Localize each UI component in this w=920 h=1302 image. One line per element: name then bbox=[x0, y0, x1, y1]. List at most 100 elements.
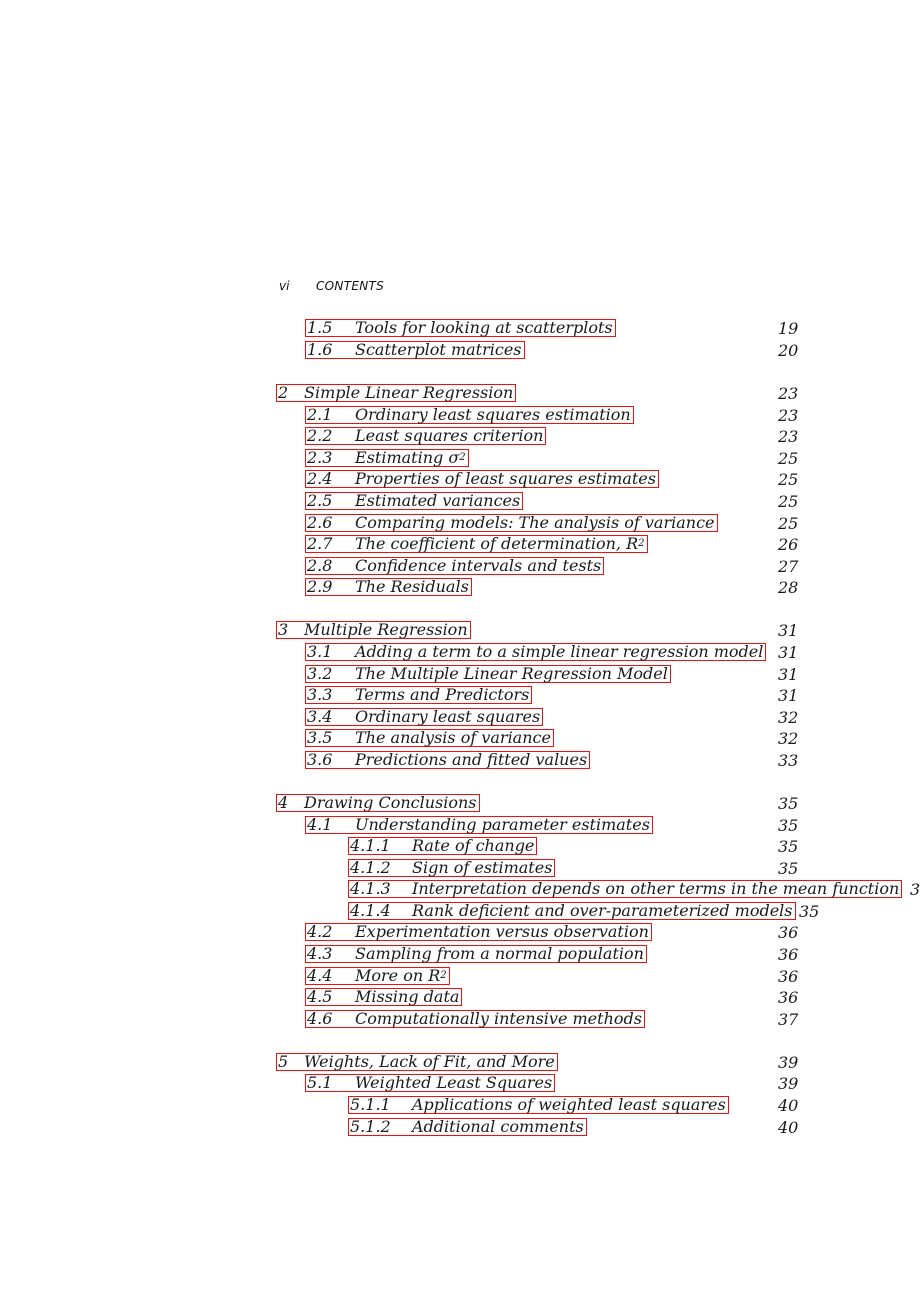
section-title: The Residuals bbox=[355, 577, 469, 596]
section-title: Sign of estimates bbox=[412, 858, 553, 877]
section-number: 2.3 bbox=[307, 448, 333, 467]
section-title: Adding a term to a simple linear regress… bbox=[355, 642, 764, 661]
section-title: Comparing models: The analysis of varian… bbox=[355, 513, 715, 532]
section-title: Least squares criterion bbox=[355, 426, 544, 445]
toc-link[interactable]: 3.3 Terms and Predictors bbox=[305, 685, 533, 704]
section-number: 2.6 bbox=[307, 513, 333, 532]
page-number: 35 bbox=[778, 837, 799, 856]
section-title: Terms and Predictors bbox=[355, 685, 530, 704]
section-number: 4.1 bbox=[307, 815, 333, 834]
page-number: 20 bbox=[778, 341, 799, 360]
toc-link[interactable]: 2.5 Estimated variances bbox=[305, 491, 524, 510]
toc-link[interactable]: 1.5 Tools for looking at scatterplots bbox=[305, 319, 616, 337]
toc-link[interactable]: 5 Weights, Lack of Fit, and More bbox=[276, 1053, 558, 1071]
page-number: 31 bbox=[778, 686, 799, 705]
section-number: 2.2 bbox=[307, 426, 333, 445]
toc-link[interactable]: 4.1 Understanding parameter estimates bbox=[305, 816, 653, 834]
section-number: 4.1.2 bbox=[350, 858, 391, 877]
section-title: Computationally intensive methods bbox=[355, 1009, 642, 1028]
toc-link[interactable]: 4.4 More on R2 bbox=[305, 967, 450, 985]
toc-link[interactable]: 4.1.3 Interpretation depends on other ter… bbox=[348, 879, 903, 898]
toc-entry: 4.1.3 Interpretation depends on other ter… bbox=[0, 879, 920, 899]
toc-link[interactable]: 2.4 Properties of least squares estimates bbox=[305, 470, 659, 488]
toc-link[interactable]: 4.5 Missing data bbox=[305, 987, 463, 1006]
toc-entry: 3.6 Predictions and fitted values 33 bbox=[0, 751, 920, 770]
toc-link[interactable]: 4.6 Computationally intensive methods bbox=[305, 1010, 645, 1028]
toc-link[interactable]: 1.6 Scatterplot matrices bbox=[305, 341, 525, 359]
toc-link[interactable]: 2.3 Estimating σ2 bbox=[305, 449, 469, 467]
toc-link[interactable]: 3.4 Ordinary least squares bbox=[305, 707, 544, 726]
page-number: 32 bbox=[778, 729, 799, 748]
toc-entry: 2.2 Least squares criterion 23 bbox=[0, 426, 920, 446]
toc-link[interactable]: 4 Drawing Conclusions bbox=[276, 794, 480, 812]
section-title: Weights, Lack of Fit, and More bbox=[304, 1052, 555, 1071]
toc-link[interactable]: 2.6 Comparing models: The analysis of var… bbox=[305, 514, 718, 532]
toc-link[interactable]: 4.2 Experimentation versus observation bbox=[305, 923, 652, 941]
toc-link[interactable]: 3 Multiple Regression bbox=[276, 621, 471, 639]
page-number: 23 bbox=[778, 406, 799, 425]
section-number: 2.7 bbox=[307, 534, 333, 553]
toc-link[interactable]: 2.7 The coefficient of determination, R2 bbox=[305, 535, 648, 553]
toc-link[interactable]: 5.1 Weighted Least Squares bbox=[305, 1073, 556, 1092]
section-number: 3.1 bbox=[307, 642, 333, 661]
page-number: 36 bbox=[778, 967, 799, 986]
section-number: 3.4 bbox=[307, 707, 333, 726]
section-number: 2.8 bbox=[307, 556, 333, 575]
section-title: Weighted Least Squares bbox=[355, 1073, 553, 1092]
toc-link[interactable]: 4.1.4 Rank deficient and over-parameteriz… bbox=[348, 902, 796, 920]
section-number: 3.5 bbox=[307, 728, 333, 747]
section-number: 2 bbox=[278, 383, 289, 402]
toc-link[interactable]: 3.1 Adding a term to a simple linear regr… bbox=[305, 642, 767, 661]
toc-link[interactable]: 5.1.1 Applications of weighted least squa… bbox=[348, 1096, 729, 1114]
toc-entry: 4.4 More on R 2 36 bbox=[0, 967, 920, 986]
toc-entry: 4.1.1 Rate of change 35 bbox=[0, 837, 920, 856]
page-number: 25 bbox=[778, 492, 799, 511]
toc-link[interactable]: 3.2 The Multiple Linear Regression Model bbox=[305, 665, 671, 683]
page-number: 23 bbox=[778, 427, 799, 446]
toc-entry: 2.6 Comparing models: The analysis of var… bbox=[0, 514, 920, 533]
section-title: Drawing Conclusions bbox=[304, 793, 477, 812]
section-title: Interpretation depends on other terms in… bbox=[412, 879, 900, 898]
toc-link[interactable]: 2.1 Ordinary least squares estimation bbox=[305, 406, 634, 424]
toc-link[interactable]: 5.1.2 Additional comments bbox=[348, 1118, 587, 1136]
section-title: Tools for looking at scatterplots bbox=[355, 318, 613, 337]
page-number: 33 bbox=[778, 751, 799, 770]
toc-entry: 3.3 Terms and Predictors 31 bbox=[0, 685, 920, 705]
section-title: Applications of weighted least squares bbox=[412, 1095, 726, 1114]
section-title: Experimentation versus observation bbox=[355, 922, 649, 941]
section-title: Missing data bbox=[355, 987, 460, 1006]
section-title: Sampling from a normal population bbox=[355, 944, 644, 963]
section-number: 2.5 bbox=[307, 491, 333, 510]
section-number: 5.1 bbox=[307, 1073, 333, 1092]
toc-link[interactable]: 3.5 The analysis of variance bbox=[305, 729, 554, 747]
toc-link[interactable]: 2.9 The Residuals bbox=[305, 578, 472, 596]
page-number: 25 bbox=[778, 449, 799, 468]
section-title: The analysis of variance bbox=[355, 728, 551, 747]
page-number: 35 bbox=[799, 902, 820, 921]
toc-link[interactable]: 3.6 Predictions and fitted values bbox=[305, 751, 591, 769]
page-number: 23 bbox=[778, 384, 799, 403]
toc-link[interactable]: 4.1.1 Rate of change bbox=[348, 837, 538, 855]
toc-link[interactable]: 2 Simple Linear Regression bbox=[276, 383, 517, 402]
toc-link[interactable]: 2.8 Confidence intervals and tests bbox=[305, 556, 605, 575]
page-number: 28 bbox=[778, 578, 799, 597]
page-number: 3 bbox=[910, 880, 920, 899]
page-number: 36 bbox=[778, 988, 799, 1007]
page-number: 35 bbox=[778, 816, 799, 835]
toc-entry: 4.3 Sampling from a normal population 36 bbox=[0, 945, 920, 964]
toc-entry: 1.6 Scatterplot matrices 20 bbox=[0, 341, 920, 360]
section-number: 3 bbox=[278, 620, 289, 639]
toc-entry: 1.5 Tools for looking at scatterplots 19 bbox=[0, 319, 920, 338]
section-number: 2.9 bbox=[307, 577, 333, 596]
toc-link[interactable]: 4.1.2 Sign of estimates bbox=[348, 858, 556, 877]
toc-entry: 5.1 Weighted Least Squares 39 bbox=[0, 1073, 920, 1093]
toc-entry: 2.1 Ordinary least squares estimation 23 bbox=[0, 406, 920, 425]
page-number: 25 bbox=[778, 514, 799, 533]
toc-entry: 4.1 Understanding parameter estimates 35 bbox=[0, 816, 920, 835]
toc-link[interactable]: 2.2 Least squares criterion bbox=[305, 426, 547, 445]
section-title: Scatterplot matrices bbox=[355, 340, 522, 359]
section-title: More on R bbox=[355, 966, 441, 985]
toc-link[interactable]: 4.3 Sampling from a normal population bbox=[305, 945, 647, 963]
toc-entry: 3.2 The Multiple Linear Regression Model 3… bbox=[0, 665, 920, 684]
toc-entry: 2.4 Properties of least squares estimates… bbox=[0, 470, 920, 489]
